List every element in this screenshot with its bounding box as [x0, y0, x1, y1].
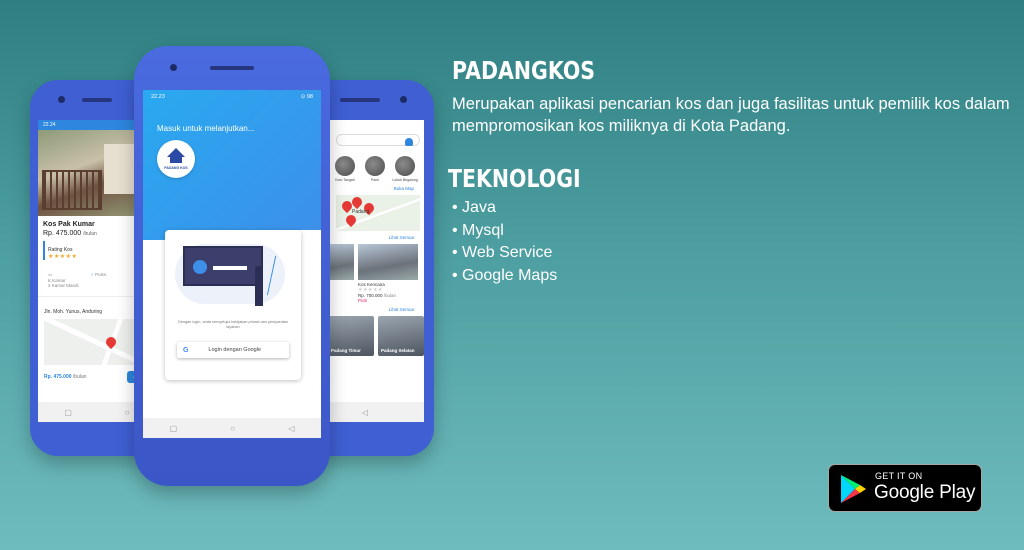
technology-item: Web Service: [452, 242, 1018, 265]
speaker-grille: [340, 98, 380, 102]
android-nav-bar: ▢ ○ ◁: [143, 418, 321, 438]
home-icon[interactable]: ○: [230, 424, 235, 433]
google-play-icon: [841, 475, 866, 503]
phone-center: 22.23 ⊙ 98 Masuk untuk melanjutkan... PA…: [134, 46, 330, 486]
bell-icon[interactable]: [405, 138, 413, 146]
padangkos-logo: PADANG KOS: [157, 140, 195, 178]
area-tiles: Padang Timur Padang Selatan: [328, 314, 424, 356]
kos-card-list: Kos Kencana ★★★★★ Rp. 700.000 /bulan Put…: [330, 242, 424, 303]
speaker-grille: [210, 66, 254, 70]
kos-card[interactable]: Kos Kencana ★★★★★ Rp. 700.000 /bulan Put…: [358, 244, 418, 303]
app-info: PADANGKOS Merupakan aplikasi pencarian k…: [448, 56, 1018, 287]
map-city-label: Padang: [352, 209, 370, 215]
technology-item: Mysql: [452, 220, 1018, 243]
open-map-link[interactable]: Buka Map: [336, 182, 424, 193]
recent-apps-icon[interactable]: ▢: [64, 408, 72, 417]
google-login-button[interactable]: G Login dengan Google: [177, 342, 289, 358]
see-all-link[interactable]: Lihat Semua: [336, 231, 424, 242]
home-icon[interactable]: ○: [125, 408, 130, 417]
technology-title: TEKNOLOGI: [448, 164, 581, 193]
badge-small-text: GET IT ON: [875, 471, 923, 481]
male-icon: ♂: [90, 272, 94, 277]
camera-icon: [170, 64, 177, 71]
terms-text: Dengan login, anda menyetujui kebijakan …: [178, 320, 288, 329]
area-categories: Koto Tangah Pauh Lubuk Begalung: [332, 146, 424, 182]
star-rating-icon: ★★★★★: [48, 254, 78, 260]
app-description: Merupakan aplikasi pencarian kos dan jug…: [452, 95, 1010, 135]
category-item[interactable]: Koto Tangah: [332, 156, 358, 182]
area-tile[interactable]: Padang Selatan: [378, 316, 424, 356]
battery-icon: ⊙ 98: [300, 94, 313, 100]
technology-list: Java Mysql Web Service Google Maps: [452, 197, 1018, 287]
app-title: PADANGKOS: [452, 56, 596, 85]
back-icon[interactable]: ◁: [362, 408, 368, 417]
badge-big-text: Google Play: [874, 482, 976, 503]
recent-apps-icon[interactable]: ▢: [170, 424, 178, 433]
camera-icon: [400, 96, 407, 103]
technology-item: Google Maps: [452, 265, 1018, 288]
status-time: 22.23: [151, 94, 165, 100]
technology-item: Java: [452, 197, 1018, 220]
facility-gender: ♂ Putra: [90, 272, 106, 277]
map-pin-icon: [103, 334, 119, 350]
speaker-grille: [82, 98, 112, 102]
login-screen: 22.23 ⊙ 98 Masuk untuk melanjutkan... PA…: [143, 90, 321, 438]
map-pin-icon: [343, 212, 359, 228]
person-illustration: [255, 266, 263, 306]
login-card: Dengan login, anda menyetujui kebijakan …: [165, 230, 301, 380]
lock-icon: [193, 260, 207, 274]
see-all-link[interactable]: Lihat Semua: [336, 303, 424, 314]
google-icon: G: [183, 346, 189, 354]
status-bar: 22.23 ⊙ 98: [143, 90, 321, 104]
area-tile[interactable]: Padang Timur: [328, 316, 374, 356]
category-item[interactable]: Lubuk Begalung: [392, 156, 418, 182]
search-input[interactable]: [336, 134, 420, 146]
back-icon[interactable]: ◁: [288, 424, 294, 433]
lock-screen-illustration: [183, 246, 263, 286]
google-play-badge[interactable]: GET IT ON Google Play: [828, 464, 982, 512]
camera-icon: [58, 96, 65, 103]
facility-room: ▭ K.Kamar 2 Kamar Mandi: [48, 272, 79, 288]
login-greeting: Masuk untuk melanjutkan...: [157, 124, 255, 133]
kos-map[interactable]: Padang: [336, 194, 420, 231]
category-item[interactable]: Pauh: [362, 156, 388, 182]
status-time: 22.24: [43, 122, 56, 128]
